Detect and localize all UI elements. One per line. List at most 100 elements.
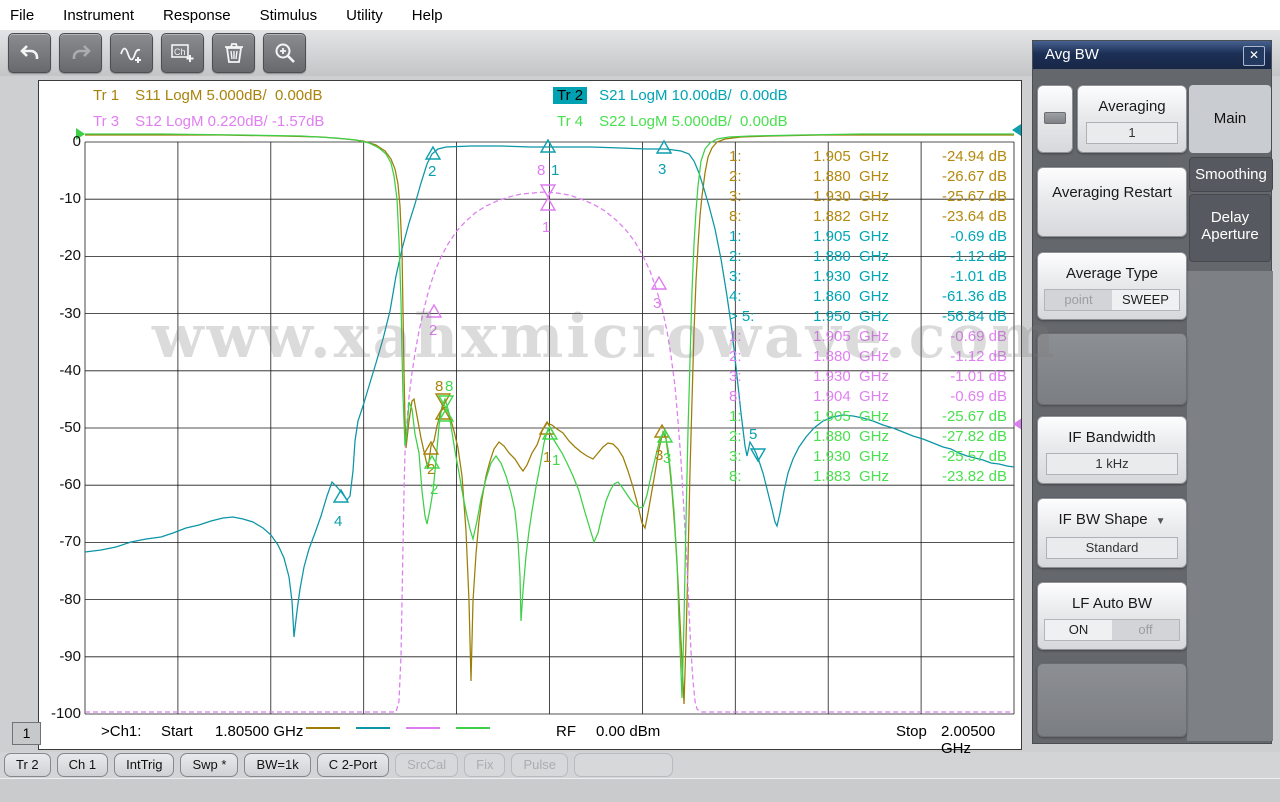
- average-type-point-option[interactable]: point: [1045, 290, 1112, 310]
- trace-format-text: S22 LogM 5.000dB/ 0.00dB: [599, 113, 788, 130]
- if-bw-shape-value[interactable]: Standard: [1046, 537, 1178, 559]
- marker-num: 2:: [729, 428, 742, 445]
- trace-swatch-s21: [356, 727, 390, 729]
- y-axis-tick: -30: [59, 304, 81, 322]
- if-bandwidth-label: IF Bandwidth: [1068, 429, 1156, 446]
- trace-id-chip[interactable]: Tr 3: [89, 113, 123, 130]
- status-swp-[interactable]: Swp *: [180, 753, 239, 777]
- marker-num: 4:: [729, 288, 742, 305]
- y-axis-tick: -90: [59, 647, 81, 665]
- menu-file[interactable]: File: [0, 7, 44, 24]
- marker-num: 1:: [729, 228, 742, 245]
- status-tr-2[interactable]: Tr 2: [4, 753, 51, 777]
- average-type-button[interactable]: Average Type point SWEEP: [1037, 252, 1187, 320]
- marker-value: -1.01 dB: [950, 268, 1007, 285]
- marker-freq: 1.905 GHz: [813, 148, 889, 165]
- trace-label-3[interactable]: Tr 3 S12 LogM 0.220dB/ -1.57dB: [89, 113, 324, 130]
- marker-number-label: 8: [445, 378, 453, 395]
- status-ch-1[interactable]: Ch 1: [56, 753, 109, 777]
- trace-label-1[interactable]: Tr 1 S11 LogM 5.000dB/ 0.00dB: [89, 87, 323, 104]
- marker-num: > 5:: [729, 308, 755, 325]
- marker-value: -1.01 dB: [950, 368, 1007, 385]
- averaging-value[interactable]: 1: [1086, 122, 1178, 144]
- trace-label-4[interactable]: Tr 4 S22 LogM 5.000dB/ 0.00dB: [553, 113, 788, 130]
- marker-num: 2:: [729, 168, 742, 185]
- trace-swatch-s22: [456, 727, 490, 729]
- marker-num: 8:: [729, 388, 742, 405]
- status-c-2-port[interactable]: C 2-Port: [316, 753, 390, 777]
- menu-help[interactable]: Help: [402, 7, 453, 24]
- menu-instrument[interactable]: Instrument: [53, 7, 144, 24]
- if-bandwidth-button[interactable]: IF Bandwidth 1 kHz: [1037, 416, 1187, 484]
- add-channel-icon[interactable]: Ch: [161, 33, 204, 73]
- rf-label: RF: [556, 723, 576, 740]
- if-bandwidth-value[interactable]: 1 kHz: [1046, 453, 1178, 475]
- marker-freq: 1.860 GHz: [813, 288, 889, 305]
- start-label: Start: [161, 723, 193, 740]
- marker-value: -23.82 dB: [941, 468, 1007, 485]
- tab-main[interactable]: Main: [1189, 85, 1271, 153]
- averaging-button[interactable]: Averaging 1: [1077, 85, 1187, 153]
- averaging-toggle-button[interactable]: [1037, 85, 1073, 153]
- start-value[interactable]: 1.80500 GHz: [215, 723, 303, 740]
- lf-auto-bw-off-option[interactable]: off: [1112, 620, 1179, 640]
- marker-freq: 1.880 GHz: [813, 248, 889, 265]
- tab-delay-aperture[interactable]: Delay Aperture: [1189, 194, 1271, 262]
- undo-icon[interactable]: [8, 33, 51, 73]
- close-icon[interactable]: ✕: [1243, 46, 1265, 66]
- averaging-restart-label: Averaging Restart: [1052, 184, 1172, 201]
- marker-value: -25.67 dB: [941, 188, 1007, 205]
- marker-number-label: 2: [428, 163, 436, 180]
- if-bw-shape-button[interactable]: IF BW Shape ▼ Standard: [1037, 498, 1187, 568]
- tab-smoothing[interactable]: Smoothing: [1189, 157, 1273, 192]
- marker-freq: 1.904 GHz: [813, 388, 889, 405]
- marker-num: 1:: [729, 328, 742, 345]
- marker-freq: 1.930 GHz: [813, 268, 889, 285]
- menu-bar: File Instrument Response Stimulus Utility Hel…: [0, 0, 1280, 30]
- trace-id-chip[interactable]: Tr 1: [89, 87, 123, 104]
- marker-num: 3:: [729, 188, 742, 205]
- stop-value[interactable]: 2.00500 GHz: [941, 723, 1019, 757]
- marker-value: -56.84 dB: [941, 308, 1007, 325]
- status-fix: Fix: [464, 753, 506, 777]
- marker-freq: 1.883 GHz: [813, 468, 889, 485]
- status-inttrig[interactable]: IntTrig: [114, 753, 175, 777]
- marker-num: 8:: [729, 468, 742, 485]
- marker-freq: 1.882 GHz: [813, 208, 889, 225]
- trace-label-2[interactable]: Tr 2 S21 LogM 10.00dB/ 0.00dB: [553, 87, 788, 104]
- marker-freq: 1.880 GHz: [813, 348, 889, 365]
- marker-number-label: 2: [429, 322, 437, 339]
- lf-auto-bw-label: LF Auto BW: [1071, 595, 1153, 612]
- trace-id-chip[interactable]: Tr 4: [553, 113, 587, 130]
- status-bw-1k[interactable]: BW=1k: [244, 753, 311, 777]
- delete-trash-icon[interactable]: [212, 33, 255, 73]
- menu-utility[interactable]: Utility: [336, 7, 393, 24]
- tab-column: [1187, 271, 1273, 741]
- y-axis-tick: -80: [59, 590, 81, 608]
- rf-value[interactable]: 0.00 dBm: [596, 723, 660, 740]
- trace-id-chip[interactable]: Tr 2: [553, 87, 588, 104]
- marker-value: -1.12 dB: [950, 348, 1007, 365]
- add-trace-icon[interactable]: [110, 33, 153, 73]
- marker-value: -0.69 dB: [950, 328, 1007, 345]
- menu-stimulus[interactable]: Stimulus: [250, 7, 328, 24]
- lf-auto-bw-on-option[interactable]: ON: [1045, 620, 1112, 640]
- marker-freq: 1.905 GHz: [813, 328, 889, 345]
- y-axis-tick: -10: [59, 190, 81, 208]
- lf-auto-bw-button[interactable]: LF Auto BW ON off: [1037, 582, 1187, 650]
- menu-response[interactable]: Response: [153, 7, 241, 24]
- marker-value: -61.36 dB: [941, 288, 1007, 305]
- marker-number-label: 1: [543, 449, 551, 466]
- status-srccal: SrcCal: [395, 753, 459, 777]
- marker-freq: 1.905 GHz: [813, 228, 889, 245]
- zoom-in-icon[interactable]: [263, 33, 306, 73]
- chevron-down-icon[interactable]: ▼: [1156, 516, 1166, 527]
- average-type-sweep-option[interactable]: SWEEP: [1112, 290, 1179, 310]
- if-bw-shape-label: IF BW Shape ▼: [1058, 511, 1166, 528]
- averaging-label: Averaging: [1098, 98, 1166, 115]
- marker-number-label: 4: [334, 513, 342, 530]
- y-axis-tick: -60: [59, 476, 81, 494]
- averaging-restart-button[interactable]: Averaging Restart: [1037, 167, 1187, 237]
- channel-number-badge[interactable]: 1: [12, 722, 41, 745]
- marker-value: -27.82 dB: [941, 428, 1007, 445]
